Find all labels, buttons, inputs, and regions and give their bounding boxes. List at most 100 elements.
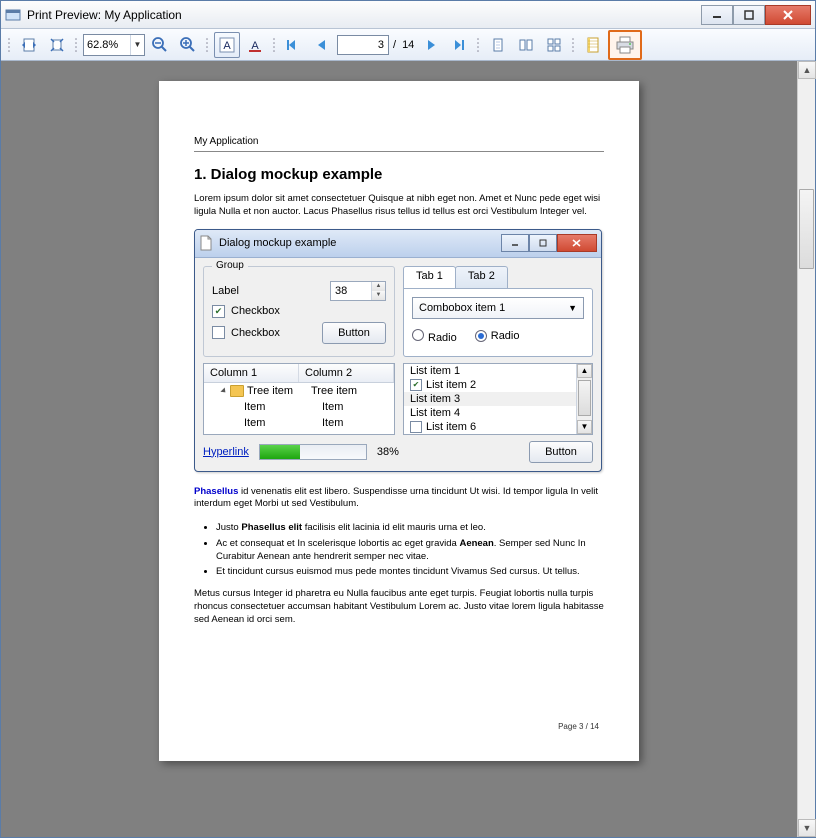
checkbox-checked[interactable]: ✔ xyxy=(212,305,225,318)
last-page-button[interactable] xyxy=(446,32,472,58)
mock-dialog: Dialog mockup example Group xyxy=(194,229,602,472)
list-item: ✔List item 2 xyxy=(404,378,592,392)
list-item: List item 3 xyxy=(404,392,592,406)
scroll-track[interactable] xyxy=(798,79,815,819)
zoom-dropdown-icon[interactable]: ▼ xyxy=(130,35,144,55)
mock-close-button[interactable] xyxy=(557,234,597,252)
preview-canvas[interactable]: My Application 1. Dialog mockup example … xyxy=(1,61,797,837)
two-page-view-button[interactable] xyxy=(513,32,539,58)
zoom-combo[interactable]: ▼ xyxy=(83,34,145,56)
toolbar-sep-5 xyxy=(571,33,576,57)
tree-col-1[interactable]: Column 1 xyxy=(204,364,299,382)
tab-2[interactable]: Tab 2 xyxy=(455,266,508,288)
tree-col-2[interactable]: Column 2 xyxy=(299,364,394,382)
list-checkbox-unchecked[interactable] xyxy=(410,421,422,433)
group-legend: Group xyxy=(212,260,248,271)
checkbox-label-1: Checkbox xyxy=(231,305,280,317)
bullet-list: Justo Phasellus elit facilisis elit laci… xyxy=(216,521,604,578)
toolbar-sep-4 xyxy=(476,33,481,57)
close-button[interactable] xyxy=(765,5,811,25)
page-total: 14 xyxy=(400,39,416,51)
footer-button[interactable]: Button xyxy=(529,441,593,463)
chevron-down-icon: ▼ xyxy=(568,303,577,313)
para-1: Lorem ipsum dolor sit amet consectetuer … xyxy=(194,193,604,219)
app-icon xyxy=(5,7,21,23)
document-icon xyxy=(199,235,213,251)
spin-up-icon[interactable]: ▲ xyxy=(372,282,385,291)
toolbar-sep-3 xyxy=(272,33,277,57)
page-heading: 1. Dialog mockup example xyxy=(194,166,604,183)
page-header: My Application xyxy=(194,136,604,152)
preview-area: My Application 1. Dialog mockup example … xyxy=(1,61,815,837)
toolbar-grip xyxy=(7,33,12,57)
checkbox-label-2: Checkbox xyxy=(231,327,316,339)
prev-page-button[interactable] xyxy=(309,32,335,58)
fit-width-button[interactable] xyxy=(16,32,42,58)
zoom-input[interactable] xyxy=(84,39,130,51)
scroll-thumb[interactable] xyxy=(799,189,814,269)
para-3: Metus cursus Integer id pharetra eu Null… xyxy=(194,588,604,626)
window-buttons xyxy=(701,5,811,25)
progress-bar xyxy=(259,444,367,460)
svg-text:A: A xyxy=(223,40,231,52)
spinbox[interactable]: ▲▼ xyxy=(330,281,386,301)
progress-fill xyxy=(260,445,300,459)
window-title: Print Preview: My Application xyxy=(27,8,701,22)
group-box: Group Label ▲▼ ✔ xyxy=(203,266,395,357)
page-sep: / xyxy=(391,39,398,51)
mock-dialog-title: Dialog mockup example xyxy=(219,237,501,249)
scroll-down-icon[interactable]: ▼ xyxy=(577,420,592,434)
spin-down-icon[interactable]: ▼ xyxy=(372,291,385,300)
vertical-scrollbar[interactable]: ▲ ▼ xyxy=(797,61,815,837)
mock-maximize-button[interactable] xyxy=(529,234,557,252)
checkbox-unchecked[interactable] xyxy=(212,326,225,339)
hyperlink[interactable]: Hyperlink xyxy=(203,446,249,458)
group-button[interactable]: Button xyxy=(322,322,386,344)
combobox[interactable]: Combobox item 1 ▼ xyxy=(412,297,584,319)
radio-2[interactable]: Radio xyxy=(475,330,520,342)
toolbar-sep-1 xyxy=(74,33,79,57)
text-mode-b-button[interactable]: A xyxy=(242,32,268,58)
print-button[interactable] xyxy=(608,30,642,60)
single-page-view-button[interactable] xyxy=(485,32,511,58)
page-footer: Page 3 / 14 xyxy=(558,722,599,731)
scroll-up-icon[interactable]: ▲ xyxy=(577,364,592,378)
spinbox-input[interactable] xyxy=(331,282,371,300)
folder-icon xyxy=(230,385,244,397)
tree-expand-icon[interactable] xyxy=(220,387,227,394)
progress-label: 38% xyxy=(377,446,399,458)
next-page-button[interactable] xyxy=(418,32,444,58)
list-checkbox-checked[interactable]: ✔ xyxy=(410,379,422,391)
titlebar: Print Preview: My Application xyxy=(1,1,815,29)
combobox-value: Combobox item 1 xyxy=(419,302,505,314)
text-mode-a-button[interactable]: A xyxy=(214,32,240,58)
maximize-button[interactable] xyxy=(733,5,765,25)
toolbar: ▼ A A / 14 xyxy=(1,29,815,61)
list-scrollbar[interactable]: ▲ ▼ xyxy=(576,364,592,434)
list-item: List item 1 xyxy=(404,364,592,378)
fit-page-button[interactable] xyxy=(44,32,70,58)
first-page-button[interactable] xyxy=(281,32,307,58)
page-setup-button[interactable] xyxy=(580,32,606,58)
zoom-out-button[interactable] xyxy=(147,32,173,58)
radio-1[interactable]: Radio xyxy=(412,329,457,344)
mock-dialog-titlebar: Dialog mockup example xyxy=(195,230,601,258)
tab-container: Tab 1 Tab 2 Combobox item 1 ▼ R xyxy=(403,266,593,357)
list-view[interactable]: List item 1 ✔List item 2 List item 3 Lis… xyxy=(403,363,593,435)
zoom-in-button[interactable] xyxy=(175,32,201,58)
grid-view-button[interactable] xyxy=(541,32,567,58)
mock-minimize-button[interactable] xyxy=(501,234,529,252)
toolbar-sep-2 xyxy=(205,33,210,57)
list-item: List item 4 xyxy=(404,406,592,420)
page: My Application 1. Dialog mockup example … xyxy=(159,81,639,761)
print-preview-window: Print Preview: My Application ▼ A A / 14 xyxy=(0,0,816,838)
scroll-up-button[interactable]: ▲ xyxy=(798,61,816,79)
scroll-down-button[interactable]: ▼ xyxy=(798,819,816,837)
tree-view[interactable]: Column 1 Column 2 Tree itemTree item Ite… xyxy=(203,363,395,435)
scroll-thumb[interactable] xyxy=(578,380,591,416)
page-input[interactable] xyxy=(337,35,389,55)
tab-1[interactable]: Tab 1 xyxy=(403,266,456,288)
minimize-button[interactable] xyxy=(701,5,733,25)
list-item: List item 6 xyxy=(404,420,592,434)
label-text: Label xyxy=(212,285,324,297)
